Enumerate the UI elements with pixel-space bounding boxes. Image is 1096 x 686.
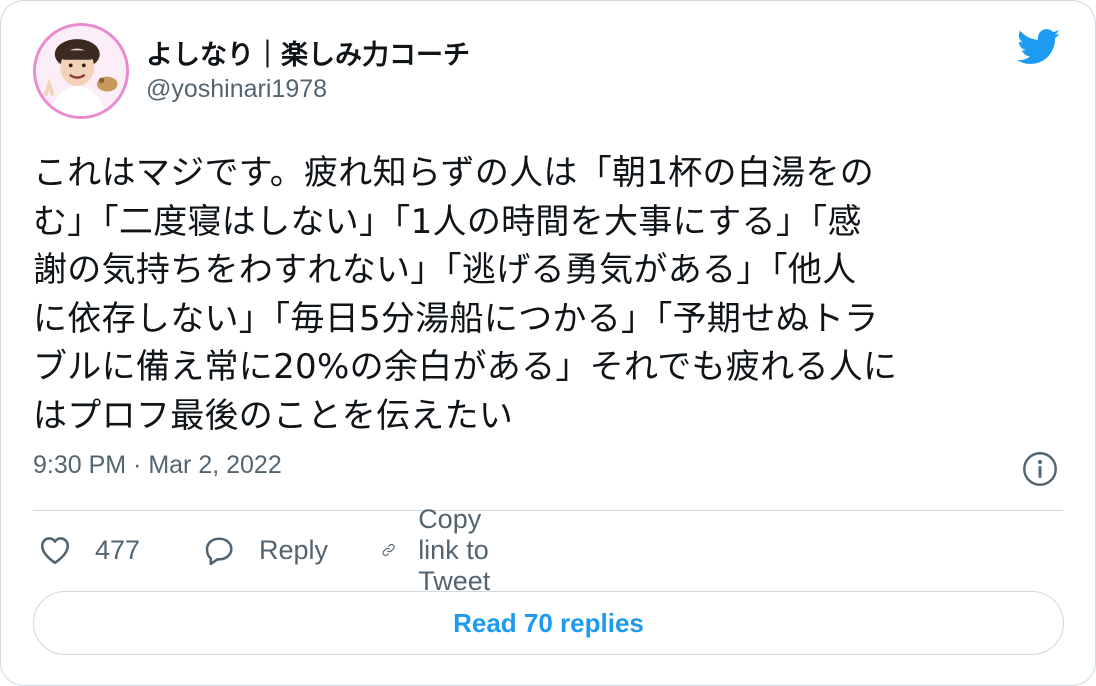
link-icon — [382, 543, 395, 557]
tweet-line: これはマジです。疲れ知らずの人は「朝1杯の白湯をの — [33, 153, 875, 193]
heart-icon — [40, 537, 70, 565]
copy-link-label: Copy link to Tweet — [418, 503, 491, 596]
tweet-line: 謝の気持ちをわすれない」「逃げる勇気がある」「他人 — [33, 250, 857, 290]
copy-link-button[interactable]: Copy link to Tweet — [381, 504, 511, 596]
twitter-bird-icon[interactable] — [1017, 29, 1061, 65]
info-icon[interactable] — [1022, 451, 1058, 487]
author-handle[interactable]: @yoshinari1978 — [146, 75, 327, 104]
tweet-line: はプロフ最後のことを伝えたい — [33, 395, 514, 436]
tweet-header: よしなり｜楽しみ力コーチ @yoshinari1978 — [33, 23, 1063, 123]
divider — [33, 510, 1063, 511]
read-replies-button[interactable]: Read 70 replies — [33, 591, 1064, 655]
tweet-text: これはマジです。疲れ知らずの人は「朝1杯の白湯をの む」「二度寝はしない」「1人… — [33, 149, 1063, 440]
like-count: 477 — [95, 534, 141, 565]
reply-label: Reply — [259, 534, 329, 565]
avatar[interactable] — [33, 23, 129, 119]
author-name[interactable]: よしなり｜楽しみ力コーチ — [146, 33, 470, 72]
tweet-timestamp[interactable]: 9:30 PM · Mar 2, 2022 — [33, 451, 282, 480]
like-button[interactable]: 477 — [37, 529, 140, 571]
reply-button[interactable]: Reply — [201, 529, 328, 571]
tweet-card: よしなり｜楽しみ力コーチ @yoshinari1978 これはマジです。疲れ知ら… — [0, 0, 1096, 686]
reply-icon — [205, 537, 233, 566]
tweet-line: に依存しない」「毎日5分湯船につかる」「予期せぬトラ — [33, 298, 879, 339]
tweet-line: む」「二度寝はしない」「1人の時間を大事にする」「感 — [33, 201, 862, 242]
tweet-line: ブルに備え常に20%の余白がある」それでも疲れる人に — [33, 347, 898, 387]
